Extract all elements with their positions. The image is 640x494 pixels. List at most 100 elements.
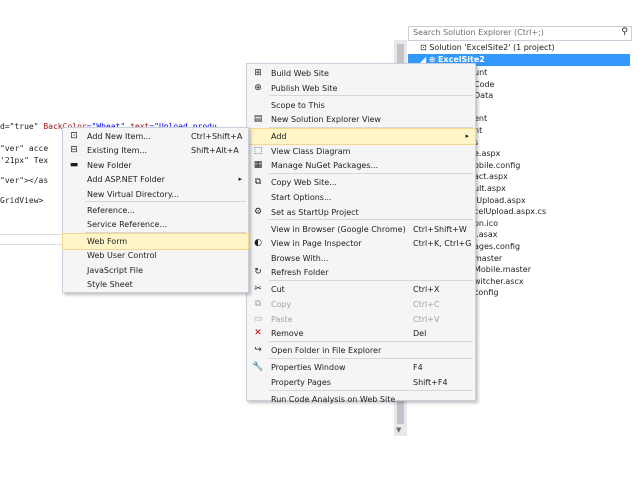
solution-file-item[interactable]: Data (474, 90, 493, 101)
menu-item-label: Cut (271, 285, 285, 295)
menu-item-shortcut: Shift+F4 (413, 377, 448, 387)
menu-item-label: View Class Diagram (271, 146, 351, 156)
menu-item-property-pages[interactable]: Property Pages Shift+F4 (247, 375, 475, 390)
menu-item-shortcut: Ctrl+X (413, 285, 440, 295)
menu-item-build-web-site[interactable]: ⊞ Build Web Site (247, 66, 475, 81)
menu-item-label: View in Browser (Google Chrome) (271, 224, 406, 234)
menu-item-paste[interactable]: ▭ Paste Ctrl+V (247, 312, 475, 327)
copy-web-site-icon: ⧉ (254, 177, 262, 188)
menu-item-existing-item[interactable]: ⊟ Existing Item... Shift+Alt+A (63, 143, 248, 158)
menu-item-new-folder[interactable]: ▬ New Folder (63, 158, 248, 173)
new-folder-icon: ▬ (69, 159, 79, 170)
solution-file-item[interactable]: e.aspx (474, 148, 500, 159)
solution-file-item[interactable]: ult.aspx (474, 183, 506, 194)
menu-item-view-in-page-inspector[interactable]: ◐ View in Page Inspector Ctrl+K, Ctrl+G (247, 236, 475, 251)
solution-explorer-search-input[interactable]: Search Solution Explorer (Ctrl+;) ⚲ (408, 26, 632, 41)
solution-node[interactable]: ⊡ Solution 'ExcelSite2' (1 project) (408, 42, 555, 54)
menu-item-open-folder-in-file-explorer[interactable]: ↪ Open Folder in File Explorer (247, 343, 475, 358)
menu-item-label: Properties Window (271, 363, 346, 373)
solution-file-item[interactable]: celUpload.aspx.cs (474, 206, 546, 217)
menu-separator (269, 389, 473, 391)
menu-item-shortcut: Ctrl+K, Ctrl+G (413, 239, 472, 249)
new-explorer-view-icon: ▤ (253, 114, 263, 125)
solution-file-item[interactable]: obile.config (474, 160, 520, 171)
startup-gear-icon: ⚙ (253, 206, 263, 217)
menu-item-label: Web User Control (87, 251, 157, 261)
solution-file-item[interactable]: lUpload.aspx (474, 195, 526, 206)
menu-item-label: New Folder (87, 160, 132, 170)
publish-icon: ⊕ (254, 82, 262, 93)
menu-item-label: Reference... (87, 206, 135, 215)
menu-item-shortcut: Shift+Alt+A (191, 146, 239, 156)
menu-item-label: Service Reference... (87, 220, 168, 230)
menu-item-add-new-item[interactable]: ⊡ Add New Item... Ctrl+Shift+A (63, 129, 248, 144)
build-icon: ⊞ (254, 68, 262, 78)
menu-item-label: Run Code Analysis on Web Site (271, 394, 396, 404)
copy-icon: ⧉ (254, 299, 262, 309)
solution-file-item[interactable]: ages.config (474, 241, 520, 252)
solution-file-item[interactable]: on.ico (474, 218, 498, 229)
menu-item-reference[interactable]: Reference... (63, 203, 248, 218)
menu-item-shortcut: Ctrl+V (413, 314, 440, 324)
menu-item-label: Publish Web Site (271, 83, 338, 93)
menu-item-refresh-folder[interactable]: ↻ Refresh Folder (247, 265, 475, 280)
menu-item-view-class-diagram[interactable]: ⬚ View Class Diagram (247, 144, 475, 159)
menu-item-label: Existing Item... (87, 146, 148, 156)
existing-item-icon: ⊟ (70, 145, 78, 156)
menu-item-scope-to-this[interactable]: Scope to This (247, 98, 475, 113)
menu-item-label: Copy Web Site... (271, 178, 337, 188)
menu-separator (269, 173, 473, 175)
paste-icon: ▭ (253, 313, 263, 324)
menu-item-add[interactable]: Add ▸ (246, 128, 476, 146)
scroll-down-arrow-icon[interactable]: ▼ (396, 426, 401, 434)
solution-file-item[interactable]: config (474, 287, 498, 298)
menu-item-shortcut: Ctrl+Shift+W (413, 224, 467, 234)
menu-item-add-asp-net-folder[interactable]: Add ASP.NET Folder ▸ (63, 172, 248, 187)
properties-wrench-icon: 🔧 (252, 362, 264, 373)
menu-item-new-virtual-directory[interactable]: New Virtual Directory... (63, 187, 248, 202)
menu-item-label: Remove (271, 329, 304, 339)
code-line: "ver"></as (0, 176, 49, 185)
menu-item-manage-nuget-packages[interactable]: ▦ Manage NuGet Packages... (247, 158, 475, 173)
project-context-menu: ⊞ Build Web Site ⊕ Publish Web Site Scope to… (246, 63, 476, 404)
menu-item-properties-window[interactable]: 🔧 Properties Window F4 (247, 360, 475, 375)
menu-item-style-sheet[interactable]: Style Sheet (63, 277, 248, 292)
menu-item-label: New Virtual Directory... (87, 189, 180, 199)
menu-item-service-reference[interactable]: Service Reference... (63, 217, 248, 232)
solution-file-item[interactable]: Mobile.master (474, 264, 531, 275)
solution-file-item[interactable]: Code (474, 79, 494, 90)
menu-item-web-user-control[interactable]: Web User Control (63, 248, 248, 263)
menu-separator (269, 358, 473, 359)
menu-item-label: JavaScript File (87, 265, 144, 275)
menu-separator (269, 219, 473, 221)
menu-item-run-code-analysis-on-web-site[interactable]: Run Code Analysis on Web Site (247, 392, 475, 407)
remove-icon: ✕ (254, 328, 262, 339)
add-submenu: ⊡ Add New Item... Ctrl+Shift+A ⊟ Existing It… (62, 127, 249, 293)
menu-item-web-form[interactable]: Web Form (62, 232, 249, 250)
menu-item-set-as-startup-project[interactable]: ⚙ Set as StartUp Project (247, 205, 475, 220)
code-line: "ver" acce (0, 144, 49, 153)
menu-item-label: Property Pages (271, 377, 331, 387)
solution-file-item[interactable]: l.asax (474, 229, 497, 240)
menu-item-shortcut: F4 (413, 363, 423, 373)
menu-item-start-options[interactable]: Start Options... (247, 190, 475, 205)
menu-item-publish-web-site[interactable]: ⊕ Publish Web Site (247, 81, 475, 96)
solution-file-item[interactable]: master (474, 253, 502, 264)
menu-item-shortcut: Ctrl+Shift+A (191, 132, 243, 141)
nuget-icon: ▦ (253, 160, 263, 171)
menu-item-cut[interactable]: ✂ Cut Ctrl+X (247, 282, 475, 297)
menu-item-javascript-file[interactable]: JavaScript File (63, 263, 248, 278)
search-icon[interactable]: ⚲ (621, 27, 628, 37)
menu-item-label: Style Sheet (87, 280, 133, 289)
menu-item-remove[interactable]: ✕ Remove Del (247, 326, 475, 341)
submenu-arrow-icon: ▸ (465, 132, 469, 141)
menu-item-new-solution-explorer-view[interactable]: ▤ New Solution Explorer View (247, 112, 475, 127)
solution-file-item[interactable]: witcher.ascx (474, 276, 524, 287)
menu-item-browse-with[interactable]: Browse With... (247, 251, 475, 266)
solution-file-item[interactable]: act.aspx (474, 171, 508, 182)
menu-item-copy[interactable]: ⧉ Copy Ctrl+C (247, 297, 475, 312)
menu-item-view-in-browser-google-chrome[interactable]: View in Browser (Google Chrome) Ctrl+Shif… (247, 222, 475, 237)
menu-separator (269, 95, 473, 97)
menu-item-label: Build Web Site (271, 69, 329, 78)
menu-item-copy-web-site[interactable]: ⧉ Copy Web Site... (247, 175, 475, 190)
